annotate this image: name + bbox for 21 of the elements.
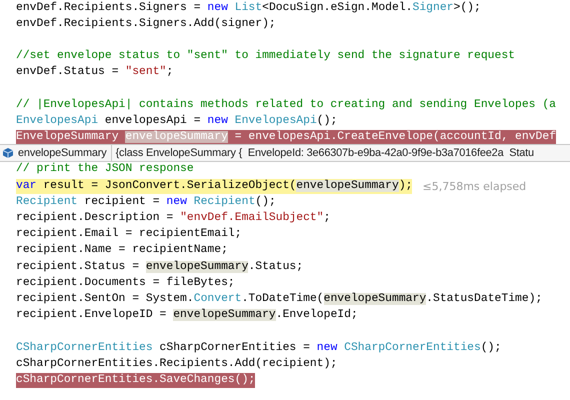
variable-name: envelopeSummary — [18, 147, 107, 159]
code-line: recipient.Email = recipientEmail; — [16, 227, 242, 242]
code-line: EnvelopesApi envelopesApi = new EnvelopesApi(); — [16, 114, 338, 129]
code-line: CSharpCornerEntities cSharpCornerEntities = new CSharpCornerEntities(); — [16, 340, 502, 356]
cube-icon — [2, 147, 14, 159]
variable-value: {class EnvelopeSummary { EnvelopeId: 3e66307b-e9ba-42a0-9f9e-b3a7016fee2a Statu — [116, 147, 534, 159]
code-line: Recipient recipient = new Recipient(); — [16, 194, 276, 210]
code-line: // print the JSON response — [16, 162, 194, 178]
code-line: cSharpCornerEntities.Recipients.Add(recipient); — [16, 356, 338, 372]
code-line: envDef.Recipients.Signers.Add(signer); — [16, 16, 276, 32]
code-line: recipient.EnvelopeID = envelopeSummary.EnvelopeId; — [16, 308, 358, 324]
code-line: envDef.Status = "sent"; — [16, 65, 174, 80]
code-line: //set envelope status to "sent" to immediately send the signature request — [16, 49, 515, 64]
code-line: recipient.Status = envelopeSummary.Status; — [16, 260, 304, 275]
code-line: recipient.Documents = fileBytes; — [16, 276, 235, 291]
code-line: // |EnvelopesApi| contains methods related to creating and sending Envelopes (a — [16, 98, 556, 113]
code-line: envDef.Recipients.Signers = new List<DocuSign.eSign.Model.Signer>(); — [16, 0, 481, 16]
elapsed-time: ≤5,758ms elapsed — [422, 180, 526, 193]
code-line: recipient.Description = "envDef.EmailSubject"; — [16, 211, 330, 226]
code-line: recipient.Name = recipientName; — [16, 243, 228, 258]
code-line: recipient.SentOn = System.Convert.ToDateTime(envelopeSummary.StatusDateTime); — [16, 292, 542, 307]
